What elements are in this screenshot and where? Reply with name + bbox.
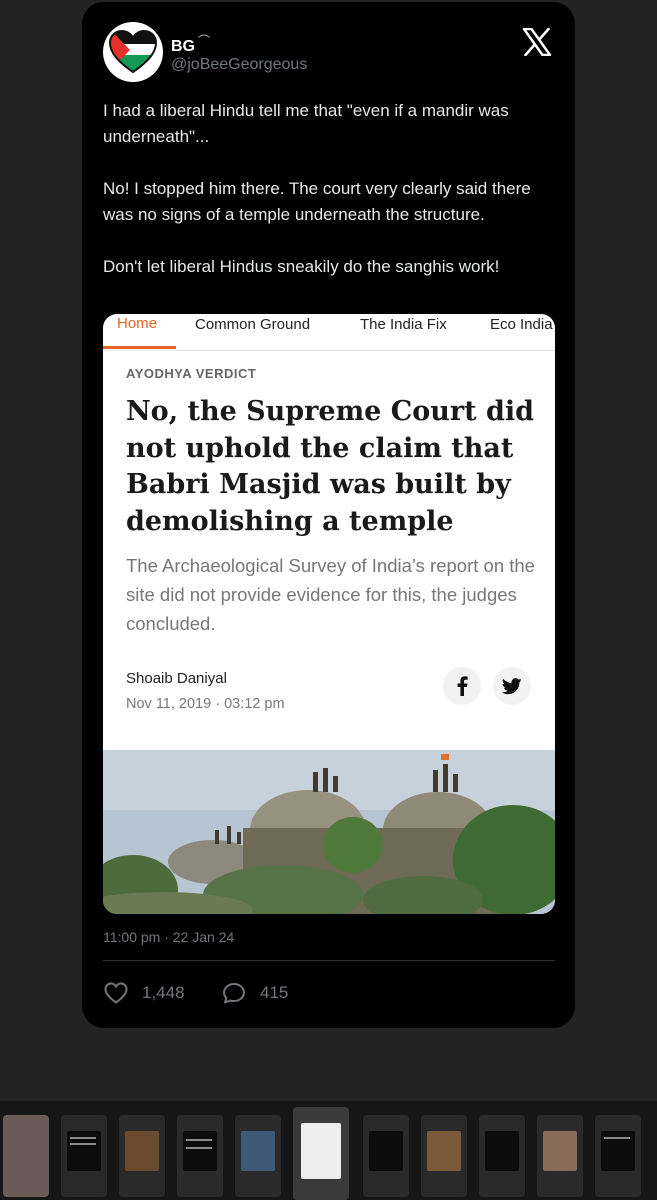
thumbnail[interactable] bbox=[119, 1115, 165, 1197]
embedded-article-screenshot[interactable]: Home Common Ground The India Fix Eco Ind… bbox=[103, 314, 555, 914]
site-nav-tabs: Home Common Ground The India Fix Eco Ind… bbox=[103, 314, 555, 351]
tab-india-fix[interactable]: The India Fix bbox=[360, 315, 447, 335]
tweet-paragraph: Don't let liberal Hindus sneakily do the… bbox=[103, 257, 500, 276]
tweet-text: I had a liberal Hindu tell me that "even… bbox=[103, 98, 563, 306]
tweet-timestamp[interactable]: 11:00 pm · 22 Jan 24 bbox=[103, 929, 234, 945]
article-photo bbox=[103, 750, 555, 914]
thumbnail[interactable] bbox=[61, 1115, 107, 1197]
article-subhead: The Archaeological Survey of India’s rep… bbox=[126, 555, 535, 634]
x-logo-icon[interactable] bbox=[522, 27, 552, 57]
article-headline: No, the Supreme Court did not uphold the… bbox=[126, 396, 534, 537]
thumbnail[interactable] bbox=[363, 1115, 409, 1197]
tweet-paragraph: I had a liberal Hindu tell me that "even… bbox=[103, 101, 509, 146]
article-kicker: AYODHYA VERDICT bbox=[126, 366, 257, 381]
tab-common-ground[interactable]: Common Ground bbox=[195, 315, 310, 335]
display-name[interactable]: BG ⌒ bbox=[171, 32, 210, 56]
facebook-icon[interactable] bbox=[443, 667, 481, 705]
heart-icon bbox=[104, 982, 128, 1004]
thumbnail[interactable] bbox=[537, 1115, 583, 1197]
tab-eco-india[interactable]: Eco India bbox=[490, 315, 553, 335]
reply-bubble-icon bbox=[223, 983, 245, 1004]
divider bbox=[103, 960, 555, 961]
like-button[interactable]: 1,448 bbox=[104, 982, 185, 1004]
thumbnail[interactable] bbox=[235, 1115, 281, 1197]
active-tab-indicator bbox=[103, 346, 176, 349]
thumbnail[interactable] bbox=[479, 1115, 525, 1197]
article-author: Shoaib Daniyal bbox=[126, 670, 227, 687]
article-date: Nov 11, 2019 · 03:12 pm bbox=[126, 696, 285, 712]
display-name-text: BG bbox=[171, 38, 195, 55]
thumbnail[interactable] bbox=[3, 1115, 49, 1197]
thumbnail[interactable] bbox=[421, 1115, 467, 1197]
like-count: 1,448 bbox=[142, 983, 185, 1002]
user-handle[interactable]: @joBeeGeorgeous bbox=[171, 56, 307, 74]
tab-home[interactable]: Home bbox=[117, 314, 157, 334]
thumbnail[interactable] bbox=[177, 1115, 223, 1197]
tweet-card: BG ⌒ @joBeeGeorgeous I had a liberal Hind… bbox=[82, 2, 575, 1028]
twitter-bird-icon[interactable] bbox=[493, 667, 531, 705]
tweet-paragraph: No! I stopped him there. The court very … bbox=[103, 179, 531, 224]
thumbnail-selected[interactable] bbox=[293, 1107, 349, 1200]
avatar[interactable] bbox=[103, 22, 163, 82]
reply-count: 415 bbox=[260, 983, 289, 1002]
reply-button[interactable]: 415 bbox=[222, 982, 288, 1004]
thumbnail[interactable] bbox=[595, 1115, 641, 1197]
name-decoration: ⌒ bbox=[198, 34, 211, 48]
